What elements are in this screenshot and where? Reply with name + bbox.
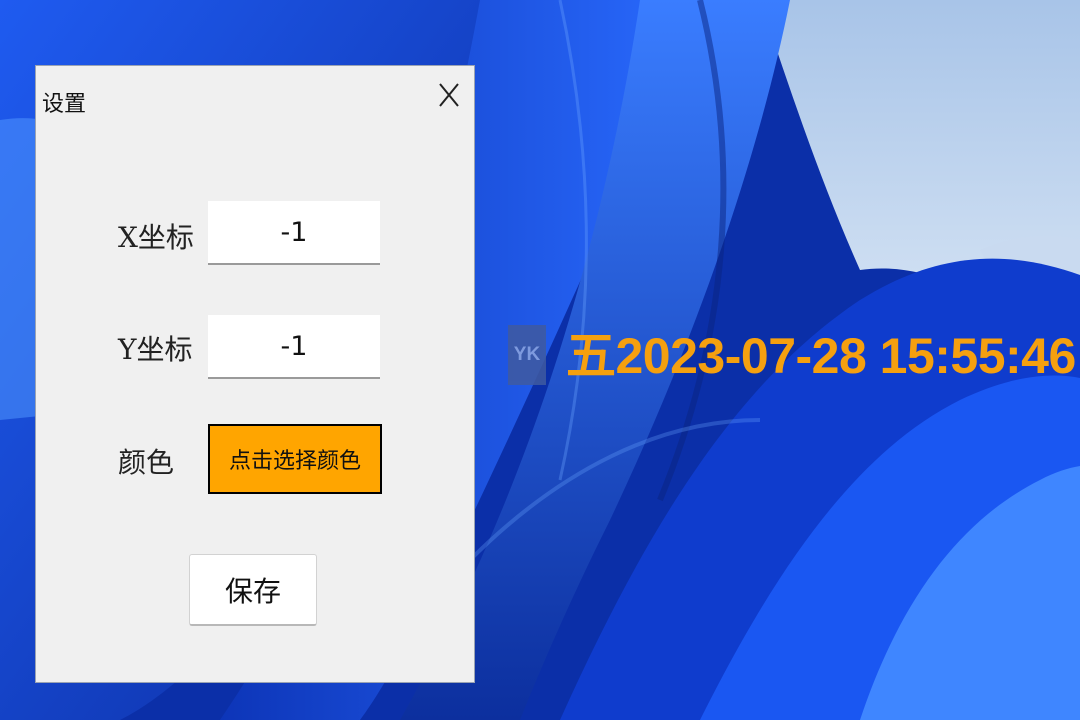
save-button[interactable]: 保存 <box>189 554 317 626</box>
y-coordinate-label: Y坐标 <box>118 333 193 366</box>
dialog-title: 设置 <box>42 92 87 117</box>
choose-color-button[interactable]: 点击选择颜色 <box>208 424 382 494</box>
clock-app-badge: YK <box>508 325 546 385</box>
clock-datetime-text: 五2023-07-28 15:55:46 <box>566 328 1076 384</box>
x-coordinate-label: X坐标 <box>118 221 194 254</box>
color-label: 颜色 <box>118 446 175 479</box>
close-button[interactable] <box>432 78 466 112</box>
x-coordinate-input[interactable] <box>208 201 380 265</box>
close-icon <box>439 83 459 107</box>
settings-dialog: 设置 X坐标 Y坐标 颜色 点击选择颜色 保存 <box>35 65 475 683</box>
y-coordinate-input[interactable] <box>208 315 380 379</box>
